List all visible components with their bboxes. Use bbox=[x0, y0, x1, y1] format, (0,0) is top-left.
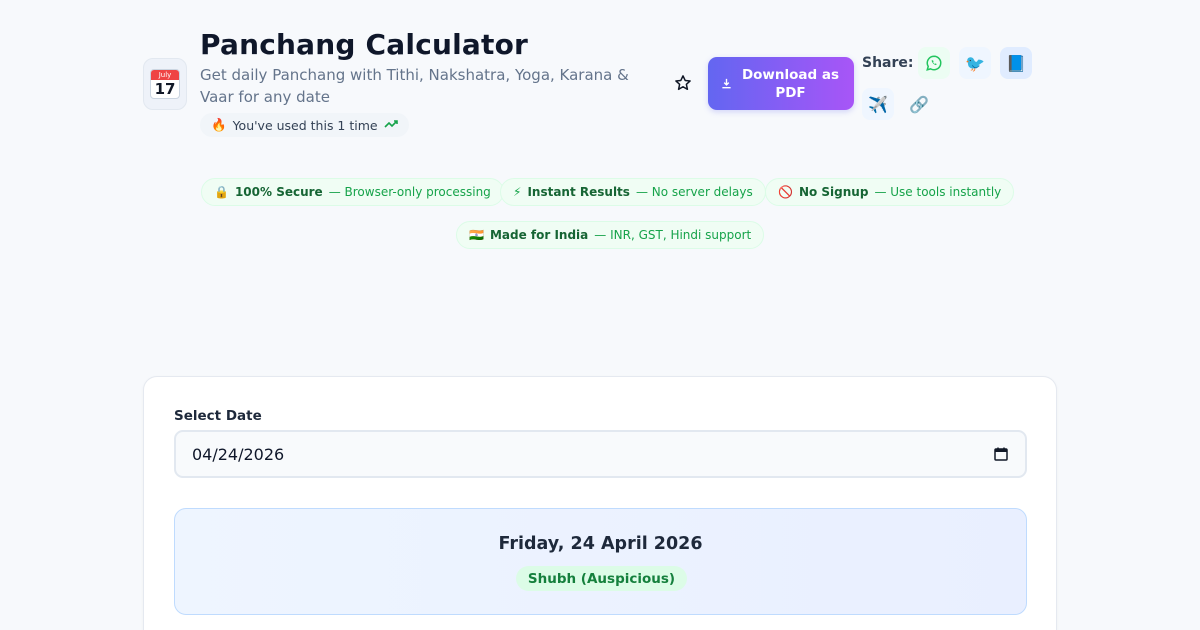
date-input[interactable]: 04/24/2026 bbox=[174, 430, 1027, 478]
lock-icon: 🔒 bbox=[214, 185, 229, 199]
star-icon bbox=[675, 75, 691, 91]
badge-desc: — Use tools instantly bbox=[874, 185, 1002, 199]
trending-up-icon bbox=[384, 118, 398, 132]
download-icon bbox=[721, 78, 731, 89]
favorite-button[interactable] bbox=[670, 70, 696, 96]
whatsapp-icon bbox=[926, 55, 942, 71]
usage-counter: 🔥 You've used this 1 time bbox=[200, 113, 409, 137]
download-pdf-button[interactable]: Download as PDF bbox=[708, 57, 854, 110]
result-date: Friday, 24 April 2026 bbox=[498, 534, 703, 554]
share-whatsapp-button[interactable] bbox=[918, 47, 950, 79]
app-icon: July 17 bbox=[143, 58, 187, 110]
page-subtitle: Get daily Panchang with Tithi, Nakshatra… bbox=[200, 66, 629, 106]
calendar-picker-icon[interactable] bbox=[993, 446, 1009, 462]
calendar-month: July bbox=[151, 70, 179, 80]
panchang-card: Select Date 04/24/2026 Friday, 24 April … bbox=[143, 376, 1057, 630]
calendar-icon: July 17 bbox=[150, 69, 180, 99]
badge-title: 100% Secure bbox=[234, 185, 323, 199]
share-telegram-button[interactable]: ✈️ bbox=[862, 88, 894, 120]
badge-secure: 🔒 100% Secure — Browser-only processing bbox=[201, 178, 504, 206]
fire-icon: 🔥 bbox=[211, 117, 227, 132]
badge-title: Made for India bbox=[489, 228, 589, 242]
badge-desc: — Browser-only processing bbox=[328, 185, 491, 199]
calendar-day: 17 bbox=[154, 80, 176, 98]
badge-desc: — No server delays bbox=[635, 185, 753, 199]
telegram-icon: ✈️ bbox=[868, 94, 888, 114]
share-twitter-button[interactable]: 🐦 bbox=[959, 47, 991, 79]
badge-no-signup: 🚫 No Signup — Use tools instantly bbox=[765, 178, 1015, 206]
india-flag-icon: 🇮🇳 bbox=[469, 228, 484, 242]
status-badge: Shubh (Auspicious) bbox=[516, 566, 687, 591]
page-title: Panchang Calculator bbox=[200, 28, 529, 61]
page: July 17 Panchang Calculator Get daily Pa… bbox=[0, 0, 1200, 630]
facebook-icon: 📘 bbox=[1006, 53, 1026, 73]
usage-text: You've used this 1 time bbox=[232, 117, 378, 133]
badge-instant: ⚡ Instant Results — No server delays bbox=[500, 178, 766, 206]
date-value: 04/24/2026 bbox=[192, 444, 285, 464]
date-label: Select Date bbox=[174, 408, 262, 424]
badge-desc: — INR, GST, Hindi support bbox=[594, 228, 752, 242]
link-icon: 🔗 bbox=[909, 94, 929, 114]
twitter-icon: 🐦 bbox=[965, 53, 985, 73]
panchang-result: Friday, 24 April 2026 Shubh (Auspicious) bbox=[174, 508, 1027, 615]
badge-title: Instant Results bbox=[527, 185, 630, 199]
share-label: Share: bbox=[862, 55, 914, 71]
lightning-icon: ⚡ bbox=[513, 185, 522, 199]
prohibited-icon: 🚫 bbox=[778, 185, 793, 199]
copy-link-button[interactable]: 🔗 bbox=[903, 88, 935, 120]
badge-india: 🇮🇳 Made for India — INR, GST, Hindi supp… bbox=[456, 221, 765, 249]
badge-title: No Signup bbox=[798, 185, 869, 199]
download-pdf-label: Download as PDF bbox=[741, 66, 840, 101]
share-facebook-button[interactable]: 📘 bbox=[1000, 47, 1032, 79]
